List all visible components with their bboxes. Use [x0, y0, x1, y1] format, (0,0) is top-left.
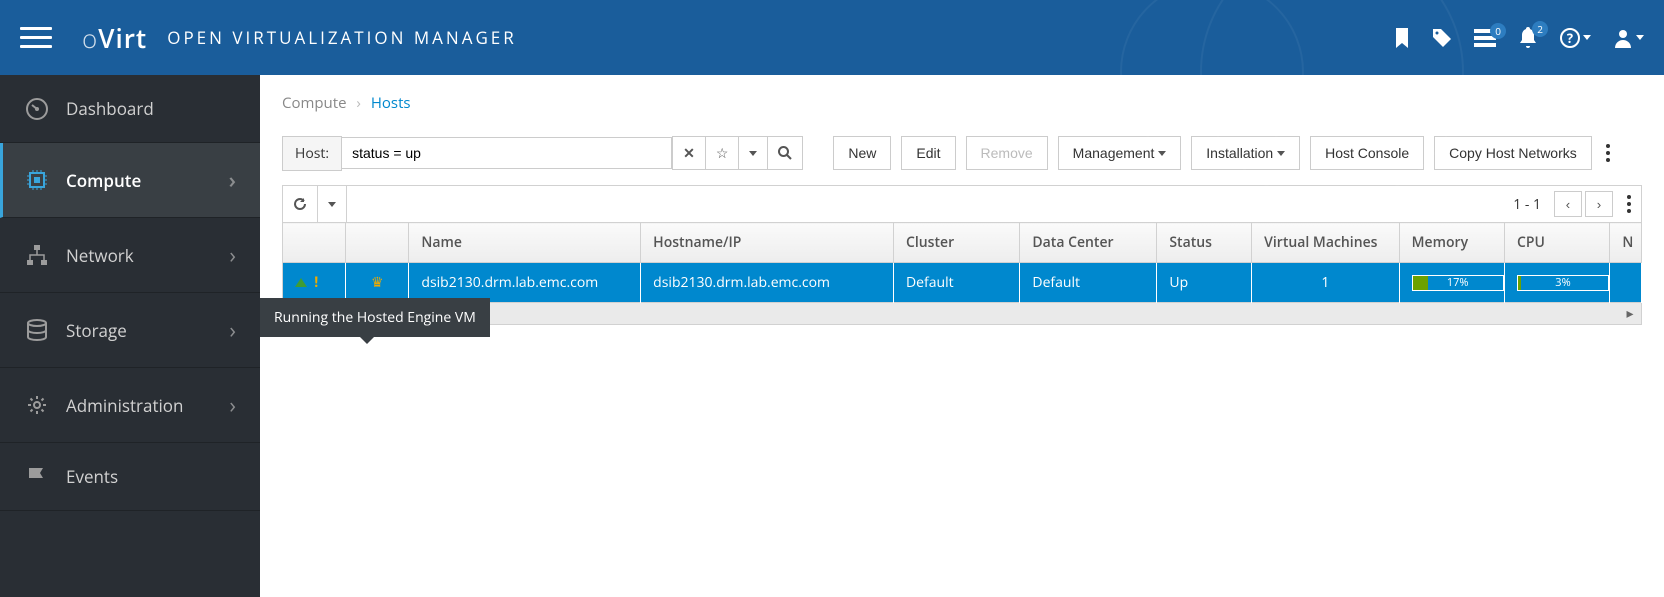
col-name[interactable]: Name	[409, 223, 641, 263]
table-header-row: Name Hostname/IP Cluster Data Center Sta…	[283, 223, 1642, 263]
col-truncated[interactable]: N	[1610, 223, 1642, 263]
sidebar-item-label: Compute	[66, 169, 141, 192]
toolbar-kebab-menu[interactable]	[1600, 135, 1616, 171]
col-memory[interactable]: Memory	[1399, 223, 1504, 263]
cell-datacenter: Default	[1020, 263, 1157, 303]
refresh-interval-dropdown[interactable]	[318, 186, 347, 222]
header: oVirt OPEN VIRTUALIZATION MANAGER 0 2 ?	[0, 0, 1664, 75]
help-dropdown[interactable]: ?	[1560, 28, 1591, 48]
search-history-dropdown[interactable]	[739, 136, 768, 170]
logo: oVirt	[82, 20, 147, 56]
cell-memory: 17%	[1399, 263, 1504, 303]
hosted-engine-icon: ♛	[371, 273, 384, 292]
breadcrumb-root: Compute	[282, 93, 347, 113]
chevron-right-icon	[229, 315, 236, 345]
warning-icon: !	[311, 273, 319, 292]
menu-toggle-button[interactable]	[20, 21, 52, 54]
remove-button[interactable]: Remove	[966, 136, 1048, 170]
cell-cpu: 3%	[1505, 263, 1610, 303]
search-button[interactable]	[768, 136, 803, 170]
new-button[interactable]: New	[833, 136, 891, 170]
refresh-button[interactable]	[283, 186, 318, 222]
table-row[interactable]: ! ♛ dsib2130.drm.lab.emc.com dsib2130.dr…	[283, 263, 1642, 303]
flag-icon	[24, 466, 50, 488]
copy-networks-button[interactable]: Copy Host Networks	[1434, 136, 1592, 170]
col-cluster[interactable]: Cluster	[894, 223, 1020, 263]
gear-icon	[24, 394, 50, 416]
user-dropdown[interactable]	[1613, 28, 1644, 48]
alerts-badge: 2	[1532, 21, 1548, 37]
tooltip: Running the Hosted Engine VM	[260, 298, 490, 337]
edit-button[interactable]: Edit	[901, 136, 955, 170]
sidebar-item-administration[interactable]: Administration	[0, 368, 260, 443]
col-he-icon[interactable]	[346, 223, 409, 263]
compute-icon	[24, 169, 50, 191]
storage-icon	[24, 319, 50, 341]
col-status-icons[interactable]	[283, 223, 346, 263]
prev-page-button[interactable]: ‹	[1554, 191, 1582, 217]
sidebar: Dashboard Compute Network Storage	[0, 75, 260, 597]
clear-search-button[interactable]: ✕	[672, 136, 706, 170]
sidebar-item-events[interactable]: Events	[0, 443, 260, 511]
cell-status: Up	[1157, 263, 1252, 303]
col-hostname[interactable]: Hostname/IP	[641, 223, 894, 263]
search-label: Host:	[282, 136, 342, 171]
app-title: OPEN VIRTUALIZATION MANAGER	[167, 26, 517, 49]
network-icon	[24, 244, 50, 266]
hosts-table: Name Hostname/IP Cluster Data Center Sta…	[282, 222, 1642, 303]
cell-vms: 1	[1252, 263, 1399, 303]
dashboard-icon	[24, 98, 50, 120]
sidebar-item-compute[interactable]: Compute	[0, 143, 260, 218]
tag-icon[interactable]	[1432, 28, 1452, 48]
sidebar-item-label: Storage	[66, 319, 127, 342]
cell-cluster: Default	[894, 263, 1020, 303]
sidebar-item-dashboard[interactable]: Dashboard	[0, 75, 260, 143]
bookmark-search-button[interactable]: ☆	[706, 136, 740, 170]
cell-name: dsib2130.drm.lab.emc.com	[409, 263, 641, 303]
col-status[interactable]: Status	[1157, 223, 1252, 263]
table-kebab-menu[interactable]	[1621, 186, 1637, 222]
status-up-icon	[295, 278, 307, 287]
table-controls: 1 - 1 ‹ ›	[282, 185, 1642, 222]
page-info: 1 - 1	[1503, 195, 1551, 214]
breadcrumb-current[interactable]: Hosts	[371, 93, 411, 113]
svg-text:?: ?	[1567, 29, 1573, 47]
bookmark-icon[interactable]	[1394, 28, 1410, 48]
sidebar-item-storage[interactable]: Storage	[0, 293, 260, 368]
chevron-right-icon	[229, 390, 236, 420]
col-cpu[interactable]: CPU	[1505, 223, 1610, 263]
search-input[interactable]	[342, 137, 672, 169]
sidebar-item-label: Dashboard	[66, 97, 154, 120]
col-datacenter[interactable]: Data Center	[1020, 223, 1157, 263]
sidebar-item-label: Network	[66, 244, 134, 267]
chevron-right-icon	[229, 240, 236, 270]
tasks-icon[interactable]: 0	[1474, 29, 1496, 47]
next-page-button[interactable]: ›	[1585, 191, 1613, 217]
tasks-badge: 0	[1490, 23, 1506, 39]
sidebar-item-network[interactable]: Network	[0, 218, 260, 293]
cell-hostname: dsib2130.drm.lab.emc.com	[641, 263, 894, 303]
sidebar-item-label: Administration	[66, 394, 183, 417]
sidebar-item-label: Events	[66, 465, 118, 488]
alerts-icon[interactable]: 2	[1518, 27, 1538, 49]
chevron-right-icon	[229, 165, 236, 195]
col-vms[interactable]: Virtual Machines	[1252, 223, 1399, 263]
